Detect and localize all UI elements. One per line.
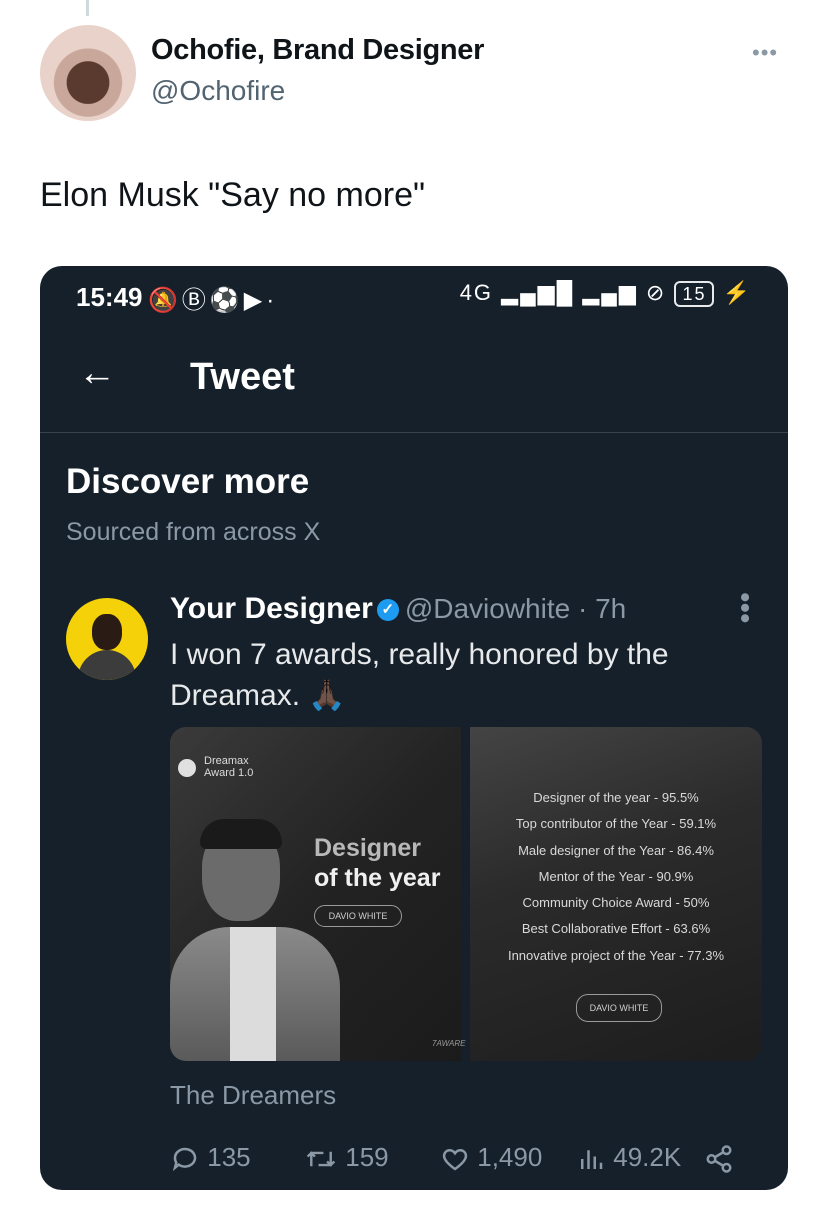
like-count: 1,490 [477,1142,543,1172]
share-button[interactable] [704,1142,734,1174]
embedded-screenshot[interactable]: 15:49 🔕Ⓑ⚽▶· 4G ▂▄▆█ ▂▄▆ ⊘ 15 ⚡ ← Tweet D… [40,266,788,1190]
retweet-button[interactable]: 159 [304,1142,389,1174]
tweet-text: Elon Musk "Say no more" [40,176,426,214]
signal-weak-icon: ▂▄▆ [582,280,638,305]
inner-handle-time: @Daviowhite · 7h [404,593,627,624]
award-item: Mentor of the Year - 90.9% [538,868,694,884]
dreamax-brand: Dreamax Award 1.0 [204,755,254,779]
thread-connector-line [86,0,89,16]
b-app-icon: Ⓑ [181,287,210,314]
avatar[interactable] [40,25,136,121]
award-item: Top contributor of the Year - 59.1% [515,816,717,832]
media-image-left[interactable]: Dreamax Award 1.0 Designer of the year D… [170,727,466,1061]
award-title-line2: of the year [314,864,441,892]
header-divider [40,432,788,433]
page-title: Tweet [190,356,295,398]
award-list: Designer of the year - 95.5% Top contrib… [470,785,762,969]
status-time: 15:49 [76,282,143,312]
avatar-head [92,614,122,650]
award-item: Community Choice Award - 50% [522,895,710,911]
author-handle[interactable]: @Ochofire [151,75,285,107]
dreamax-logo-icon [178,759,196,777]
name-pill-right: DAVIO WHITE [576,994,662,1022]
avatar-body [78,650,136,680]
award-item: Designer of the year - 95.5% [533,790,699,805]
name-pill: DAVIO WHITE [314,905,402,927]
inner-tweet-text: I won 7 awards, really honored by the Dr… [170,638,669,712]
award-title-line1: Designer [314,834,421,862]
verified-badge-icon: ✓ [376,599,399,622]
award-item: Best Collaborative Effort - 63.6% [521,921,711,937]
retweet-icon [306,1151,336,1167]
more-vertical-icon[interactable]: ••• [728,592,761,624]
person-shirt [230,927,276,1061]
discover-subtitle: Sourced from across X [66,518,321,546]
inner-author-name[interactable]: Your Designer [170,592,373,625]
reply-icon [172,1147,197,1172]
status-notification-icons: 🔕Ⓑ⚽▶· [148,280,278,315]
heart-icon [442,1149,468,1171]
views-count: 49.2K [613,1142,682,1172]
media-image-right[interactable]: Designer of the year - 95.5% Top contrib… [470,727,762,1061]
author-name[interactable]: Ochofie, Brand Designer [151,34,484,67]
corner-mark: 7AWARE [432,1039,466,1048]
inner-author[interactable]: Your Designer ✓ @Daviowhite · 7h [170,592,626,626]
award-title: Designer of the year [314,833,440,893]
source-label[interactable]: The Dreamers [170,1080,336,1111]
views-button[interactable]: 49.2K [576,1142,681,1174]
link-icon: ⊘ [645,280,667,305]
bell-off-icon: 🔕 [148,287,182,314]
dot-icon: · [266,287,279,314]
award-item: Male designer of the Year - 86.4% [518,842,714,858]
back-arrow-icon[interactable]: ← [78,352,116,395]
discover-title: Discover more [66,462,310,501]
views-chart-icon [581,1150,603,1170]
video-icon: ▶ [243,287,267,314]
share-icon [706,1145,732,1173]
reply-count: 135 [207,1142,251,1172]
person-hair [200,819,282,849]
status-right-icons: 4G ▂▄▆█ ▂▄▆ ⊘ 15 ⚡ [460,280,752,307]
like-button[interactable]: 1,490 [440,1142,542,1174]
signal-icon: ▂▄▆█ [501,280,575,305]
media-grid[interactable]: Dreamax Award 1.0 Designer of the year D… [170,727,762,1061]
inner-avatar[interactable] [66,598,148,680]
more-horizontal-icon[interactable]: ••• [752,40,778,66]
award-item: Innovative project of the Year - 77.3% [507,947,725,963]
reply-button[interactable]: 135 [170,1142,251,1174]
charging-icon: ⚡ [722,280,752,305]
battery-icon: 15 [674,281,715,307]
network-label: 4G [459,280,494,305]
retweet-count: 159 [345,1142,389,1172]
soccer-icon: ⚽ [209,287,244,314]
